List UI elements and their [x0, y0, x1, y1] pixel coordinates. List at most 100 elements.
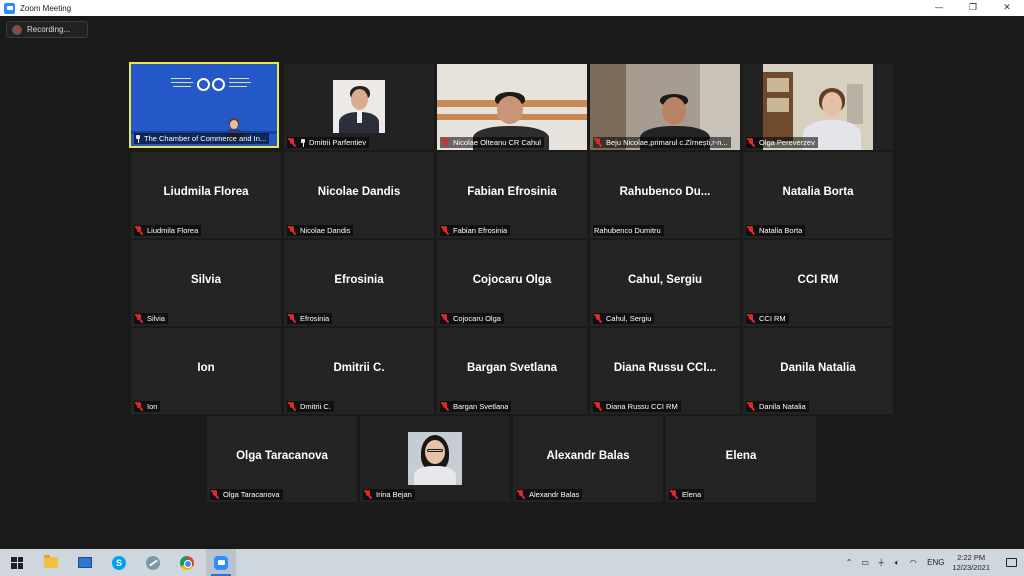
participant-name-bar: Irina Bejan [363, 489, 415, 500]
participant-label: Dmitrii Parfentiev [309, 138, 367, 147]
participant-tile-4[interactable]: Olga Pereverzev [743, 64, 893, 150]
participant-name-bar: Beju Nicolae,primarul c.Zîrnești,r-n... [593, 137, 731, 148]
participant-tile-10[interactable]: Silvia Silvia [131, 240, 281, 326]
participant-tile-8[interactable]: Rahubenco Du... Rahubenco Dumitru [590, 152, 740, 238]
participant-label: Nicolae Olteanu CR Cahul [453, 138, 541, 147]
participant-tile-19[interactable]: Danila Natalia Danila Natalia [743, 328, 893, 414]
mic-muted-icon [746, 137, 755, 148]
participant-name-bar: Diana Russu CCI RM [593, 401, 681, 412]
participant-display-name: Diana Russu CCI... [613, 362, 717, 374]
participant-label: Danila Natalia [759, 402, 806, 411]
recording-indicator[interactable]: Recording... [6, 21, 88, 38]
folder-icon [44, 555, 58, 568]
participant-name-bar: Bargan Svetlana [440, 401, 512, 412]
participant-tile-7[interactable]: Fabian Efrosinia Fabian Efrosinia [437, 152, 587, 238]
participant-name-bar: Elena [669, 489, 705, 500]
mic-muted-icon [746, 313, 755, 324]
taskbar-zoom[interactable] [206, 549, 236, 576]
participant-tile-6[interactable]: Nicolae Dandis Nicolae Dandis [284, 152, 434, 238]
participant-tile-9[interactable]: Natalia Borta Natalia Borta [743, 152, 893, 238]
mic-muted-icon [134, 225, 143, 236]
taskbar-feather-app[interactable] [138, 549, 168, 576]
minimize-button[interactable]: — [922, 0, 956, 16]
participant-tile-3[interactable]: Beju Nicolae,primarul c.Zîrnești,r-n... [590, 64, 740, 150]
participant-name-bar: Dmitrii Parfentiev [287, 137, 370, 148]
maximize-button[interactable]: ❐ [956, 0, 990, 16]
chevron-up-icon[interactable]: ⌃ [842, 549, 856, 576]
taskbar-file-explorer[interactable] [36, 549, 66, 576]
participant-display-name: Dmitrii C. [333, 362, 385, 374]
taskbar-clock[interactable]: 2:22 PM 12/23/2021 [952, 553, 990, 573]
taskbar-screen-app[interactable] [70, 549, 100, 576]
participant-tile-22[interactable]: Alexandr Balas Alexandr Balas [513, 416, 663, 502]
participant-tile-12[interactable]: Cojocaru Olga Cojocaru Olga [437, 240, 587, 326]
participant-name-bar: Cahul, Sergiu [593, 313, 655, 324]
participant-display-name: Efrosinia [334, 274, 384, 286]
participant-label: Beju Nicolae,primarul c.Zîrnești,r-n... [606, 138, 728, 147]
mic-muted-icon [363, 489, 372, 500]
participant-label: Olga Pereverzev [759, 138, 815, 147]
participant-label: Diana Russu CCI RM [606, 402, 678, 411]
chrome-icon [180, 555, 194, 570]
participant-label: Nicolae Dandis [300, 226, 351, 235]
participant-name-bar: Fabian Efrosinia [440, 225, 511, 236]
participant-tile-13[interactable]: Cahul, Sergiu Cahul, Sergiu [590, 240, 740, 326]
participant-label: Elena [682, 490, 702, 499]
participant-tile-11[interactable]: Efrosinia Efrosinia [284, 240, 434, 326]
taskbar-chrome[interactable] [172, 549, 202, 576]
volume-icon[interactable]: 🔈︎ [890, 549, 904, 576]
zoom-icon [214, 555, 228, 570]
language-indicator[interactable]: ENG [927, 558, 944, 567]
participant-display-name: Liudmila Florea [163, 186, 249, 198]
participant-tile-15[interactable]: Ion Ion [131, 328, 281, 414]
close-button[interactable]: ✕ [990, 0, 1024, 16]
participant-name-bar: Cojocaru Olga [440, 313, 504, 324]
participant-tile-2[interactable]: Nicolae Olteanu CR Cahul [437, 64, 587, 150]
wifi-icon[interactable]: ◠ [906, 549, 920, 576]
participant-label: Cahul, Sergiu [606, 314, 652, 323]
mic-muted-icon [134, 401, 143, 412]
participant-display-name: Elena [725, 450, 757, 462]
participant-tile-1[interactable]: Dmitrii Parfentiev [284, 64, 434, 150]
participant-tile-16[interactable]: Dmitrii C. Dmitrii C. [284, 328, 434, 414]
participant-display-name: Alexandr Balas [546, 450, 630, 462]
system-tray: ⌃ ▭ ⏚ 🔈︎ ◠ ENG 2:22 PM 12/23/2021 [841, 549, 1024, 576]
participant-tile-23[interactable]: Elena Elena [666, 416, 816, 502]
participant-name-bar: Olga Pereverzev [746, 137, 818, 148]
mic-muted-icon [516, 489, 525, 500]
participant-name-bar: Efrosinia [287, 313, 333, 324]
participant-label: Ion [147, 402, 158, 411]
usb-icon[interactable]: ⏚ [874, 549, 888, 576]
notification-center-button[interactable] [998, 549, 1024, 576]
participant-name-bar: Danila Natalia [746, 401, 809, 412]
clock-time: 2:22 PM [957, 552, 986, 562]
participant-display-name: Cahul, Sergiu [627, 274, 703, 286]
window-title: Zoom Meeting [20, 3, 72, 13]
participant-tile-14[interactable]: CCI RM CCI RM [743, 240, 893, 326]
participant-tile-21[interactable]: Irina Bejan [360, 416, 510, 502]
mic-muted-icon [134, 313, 143, 324]
participant-name-bar: Ion [134, 401, 161, 412]
battery-icon[interactable]: ▭ [858, 549, 872, 576]
participant-label: Natalia Borta [759, 226, 803, 235]
pin-icon [300, 138, 306, 147]
participant-name-bar: Nicolae Dandis [287, 225, 354, 236]
participant-tile-5[interactable]: Liudmila Florea Liudmila Florea [131, 152, 281, 238]
mic-muted-icon [210, 489, 219, 500]
participant-name-bar: CCI RM [746, 313, 789, 324]
participant-tile-17[interactable]: Bargan Svetlana Bargan Svetlana [437, 328, 587, 414]
participant-display-name: Olga Taracanova [236, 450, 328, 462]
meeting-gallery: Recording... The Chamber of Commerce and… [0, 16, 1024, 549]
participant-name-bar: The Chamber of Commerce and In... [134, 133, 270, 144]
participant-label: Bargan Svetlana [453, 402, 509, 411]
participant-tile-20[interactable]: Olga Taracanova Olga Taracanova [207, 416, 357, 502]
notification-icon [1005, 558, 1017, 567]
participant-tile-18[interactable]: Diana Russu CCI... Diana Russu CCI RM [590, 328, 740, 414]
start-button[interactable] [2, 549, 32, 576]
participant-name-bar: Olga Taracanova [210, 489, 283, 500]
participant-display-name: Silvia [190, 274, 222, 286]
participant-tile-0[interactable]: The Chamber of Commerce and In... [129, 62, 279, 148]
taskbar-skype[interactable]: S [104, 549, 134, 576]
participant-display-name: Ion [197, 362, 215, 374]
participant-label: Dmitrii C. [300, 402, 331, 411]
